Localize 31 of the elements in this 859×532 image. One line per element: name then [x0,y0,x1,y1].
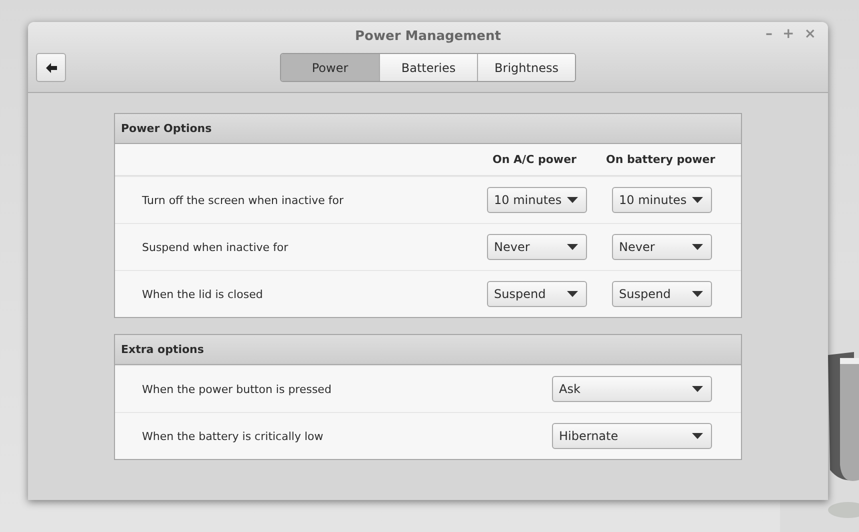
dropdown[interactable]: Ask [552,376,712,402]
dropdown-arrow-icon [567,291,578,297]
dropdown-arrow-icon [692,433,703,439]
dropdown-arrow-icon [567,244,578,250]
dropdown-arrow-icon [692,244,703,250]
dropdown-arrow-icon [692,197,703,203]
section-title: Power Options [115,114,741,144]
dropdown-arrow-icon [692,386,703,392]
option-label: Turn off the screen when inactive for [142,194,345,206]
tab[interactable]: Batteries [379,54,477,81]
dropdown-arrow-icon [692,291,703,297]
tab[interactable]: Brightness [477,54,575,81]
column-heading: On A/C power [492,153,578,166]
dropdown[interactable]: Hibernate [552,423,712,449]
dropdown[interactable]: Suspend [487,281,587,307]
option-label: When the power button is pressed [142,382,332,396]
tab[interactable]: Power [281,54,379,81]
dropdown[interactable]: Suspend [612,281,712,307]
dropdown[interactable]: 10 minutes [612,187,712,213]
back-button[interactable] [36,53,66,82]
option-label: Suspend when inactive for [142,240,290,254]
dropdown[interactable]: Never [612,234,712,260]
window-title: Power Management [355,28,501,46]
option-label: When the battery is critically low [142,430,324,442]
dropdown[interactable]: Never [487,234,587,260]
dropdown-arrow-icon [567,197,578,203]
dropdown[interactable]: 10 minutes [487,187,587,213]
back-arrow-icon [46,62,56,72]
option-label: When the lid is closed [142,288,264,300]
column-heading: On battery power [606,153,713,166]
section-title: Extra options [115,335,741,365]
